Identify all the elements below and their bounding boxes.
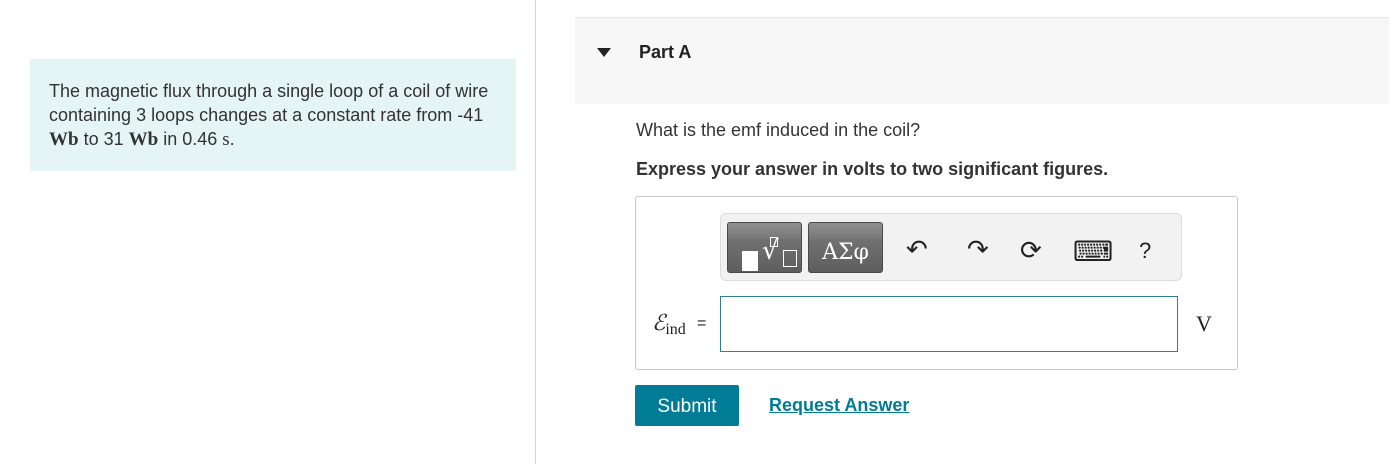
answer-input[interactable] [720, 296, 1178, 352]
emf-symbol: ℰ [652, 310, 666, 335]
reset-icon[interactable]: ⟳ [1020, 238, 1042, 264]
collapse-caret-icon[interactable] [597, 48, 611, 57]
emf-subscript: ind [665, 321, 686, 338]
part-header[interactable] [575, 17, 1389, 104]
question-text: What is the emf induced in the coil? [636, 120, 921, 140]
equals-sign: = [697, 315, 707, 332]
redo-icon[interactable]: ↷ [967, 237, 989, 263]
greek-symbols-label[interactable]: ΑΣφ [808, 238, 883, 268]
problem-text: in 0.46 [158, 129, 223, 149]
submit-button[interactable]: Submit [635, 385, 739, 426]
problem-text: The magnetic flux through a single loop … [49, 81, 489, 125]
template-box-icon [770, 237, 778, 247]
template-box-icon [783, 250, 797, 267]
emf-variable-label: ℰind [652, 310, 686, 339]
problem-text: . [229, 129, 235, 149]
unit-seconds: s [222, 129, 230, 150]
unit-weber: Wb [128, 129, 159, 150]
keyboard-icon[interactable]: ⌨ [1073, 238, 1113, 266]
template-box-icon [742, 251, 758, 271]
help-button[interactable]: ? [1139, 238, 1151, 264]
unit-label: V [1196, 311, 1212, 336]
request-answer-link[interactable]: Request Answer [769, 395, 909, 416]
problem-statement: The magnetic flux through a single loop … [30, 59, 516, 171]
problem-text: to 31 [78, 129, 129, 149]
part-title[interactable]: Part A [639, 42, 691, 63]
unit-weber: Wb [49, 129, 79, 150]
answer-instruction: Express your answer in volts to two sign… [636, 159, 1109, 179]
undo-icon[interactable]: ↶ [906, 237, 928, 263]
